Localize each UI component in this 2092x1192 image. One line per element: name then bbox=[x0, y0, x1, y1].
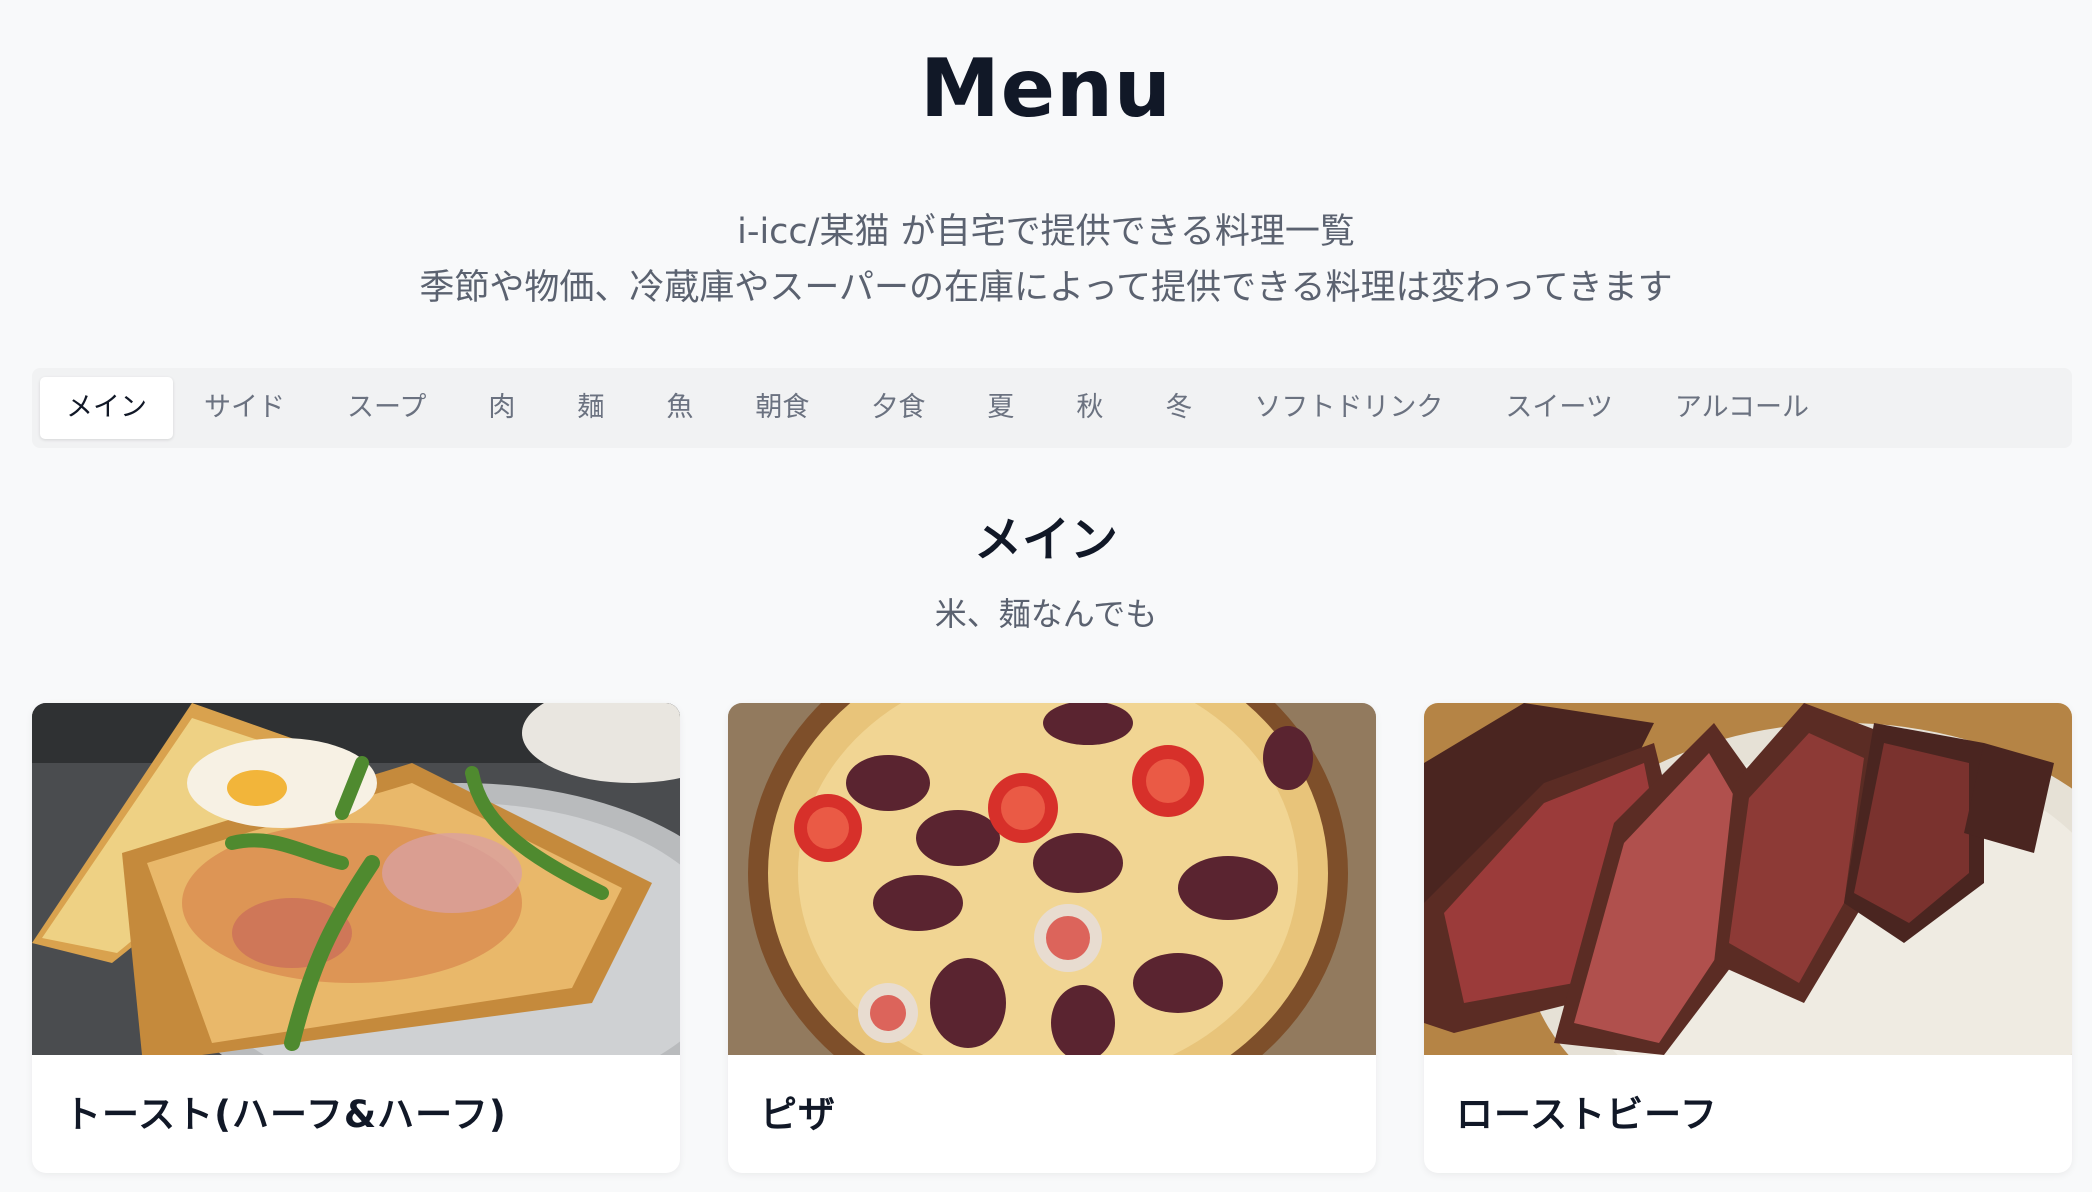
card-title: ピザ bbox=[760, 1093, 836, 1136]
tab-main[interactable]: メイン bbox=[40, 377, 173, 439]
roast-beef-photo bbox=[1424, 703, 2072, 1055]
menu-card-roast-beef[interactable]: ローストビーフ bbox=[1424, 703, 2072, 1173]
pizza-photo bbox=[728, 703, 1376, 1055]
tab-side[interactable]: サイド bbox=[173, 377, 316, 439]
tab-dinner[interactable]: 夕食 bbox=[840, 377, 956, 439]
menu-card-grid: トースト(ハーフ&ハーフ) ピザ ローストビーフ bbox=[32, 703, 2072, 1173]
page-description: i-icc/某猫 が自宅で提供できる料理一覧 季節や物価、冷蔵庫やスーパーの在庫… bbox=[0, 204, 2092, 316]
section-header: メイン 米、麺なんでも bbox=[0, 500, 2092, 636]
tab-sweets[interactable]: スイーツ bbox=[1474, 377, 1643, 439]
menu-card-pizza[interactable]: ピザ bbox=[728, 703, 1376, 1173]
tab-breakfast[interactable]: 朝食 bbox=[724, 377, 840, 439]
tab-meat[interactable]: 肉 bbox=[457, 377, 546, 439]
menu-page: Menu i-icc/某猫 が自宅で提供できる料理一覧 季節や物価、冷蔵庫やスー… bbox=[0, 0, 2092, 1192]
tab-alcohol[interactable]: アルコール bbox=[1644, 377, 1840, 439]
toast-photo bbox=[32, 703, 680, 1055]
tab-summer[interactable]: 夏 bbox=[956, 377, 1045, 439]
card-title: ローストビーフ bbox=[1456, 1093, 1718, 1136]
page-header: Menu i-icc/某猫 が自宅で提供できる料理一覧 季節や物価、冷蔵庫やスー… bbox=[0, 0, 2092, 316]
tab-fish[interactable]: 魚 bbox=[635, 377, 724, 439]
section-subtitle: 米、麺なんでも bbox=[934, 595, 1158, 633]
description-line-2: 季節や物価、冷蔵庫やスーパーの在庫によって提供できる料理は変わってきます bbox=[419, 268, 1673, 308]
description-line-1: i-icc/某猫 が自宅で提供できる料理一覧 bbox=[737, 212, 1355, 252]
page-title: Menu bbox=[920, 42, 1172, 135]
tab-soup[interactable]: スープ bbox=[316, 377, 457, 439]
section-title: メイン bbox=[973, 512, 1118, 568]
tab-autumn[interactable]: 秋 bbox=[1045, 377, 1134, 439]
tab-noodles[interactable]: 麺 bbox=[546, 377, 635, 439]
card-title: トースト(ハーフ&ハーフ) bbox=[64, 1093, 507, 1136]
category-tabs: メイン サイド スープ 肉 麺 魚 朝食 夕食 夏 秋 冬 ソフトドリンク スイ… bbox=[32, 368, 2072, 448]
tab-winter[interactable]: 冬 bbox=[1134, 377, 1223, 439]
tab-soft-drink[interactable]: ソフトドリンク bbox=[1223, 377, 1474, 439]
menu-card-toast[interactable]: トースト(ハーフ&ハーフ) bbox=[32, 703, 680, 1173]
